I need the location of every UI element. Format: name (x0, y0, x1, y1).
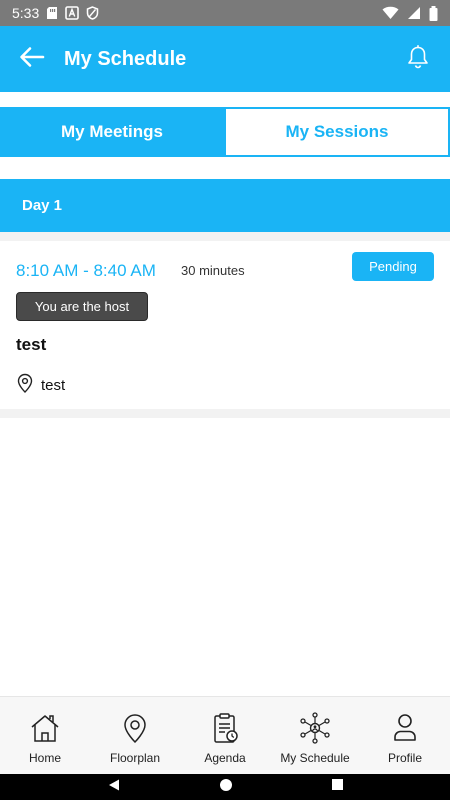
system-home-icon[interactable] (219, 778, 233, 797)
nav-home[interactable]: Home (0, 697, 90, 774)
signal-icon (407, 6, 421, 20)
nav-my-schedule[interactable]: My Schedule (270, 697, 360, 774)
nav-label-agenda: Agenda (204, 751, 246, 765)
nav-label-profile: Profile (387, 751, 422, 765)
sd-card-icon (46, 6, 58, 20)
nav-label-my-schedule: My Schedule (280, 751, 350, 765)
host-badge: You are the host (16, 292, 148, 321)
day-header: Day 1 (0, 179, 450, 232)
system-nav-bar (0, 774, 450, 800)
session-card[interactable]: 8:10 AM - 8:40 AM 30 minutes Pending You… (0, 241, 450, 409)
status-right (382, 5, 438, 21)
session-time-range: 8:10 AM - 8:40 AM (16, 261, 156, 280)
status-badge[interactable]: Pending (352, 252, 434, 281)
nav-label-floorplan: Floorplan (109, 751, 161, 765)
wifi-icon (382, 6, 399, 20)
a-icon (65, 6, 80, 20)
divider (0, 232, 450, 241)
schedule-tabs: My Meetings My Sessions (0, 107, 450, 157)
system-recents-icon[interactable] (331, 778, 344, 796)
day-label: Day 1 (22, 197, 63, 214)
arrow-left-icon (19, 46, 45, 73)
user-icon (388, 711, 422, 745)
clipboard-clock-icon (208, 711, 242, 745)
app-bar: My Schedule (0, 26, 450, 92)
tab-my-meetings[interactable]: My Meetings (0, 107, 224, 157)
bell-icon (406, 44, 430, 75)
status-bar: 5:33 (0, 0, 450, 26)
status-left: 5:33 (12, 5, 99, 21)
back-button[interactable] (0, 26, 64, 92)
notifications-button[interactable] (386, 26, 450, 92)
map-pin-icon (118, 711, 152, 745)
page-title: My Schedule (64, 47, 187, 70)
session-title: test (16, 335, 47, 354)
tab-my-sessions[interactable]: My Sessions (224, 107, 450, 157)
nav-floorplan[interactable]: Floorplan (90, 697, 180, 774)
nav-profile[interactable]: Profile (360, 697, 450, 774)
battery-icon (429, 5, 438, 21)
session-duration: 30 minutes (181, 263, 245, 278)
home-icon (28, 711, 62, 745)
session-location: test (16, 373, 65, 397)
nav-label-home: Home (28, 751, 61, 765)
map-pin-icon (16, 373, 34, 397)
shield-icon (86, 6, 99, 20)
location-text: test (41, 376, 66, 394)
status-time: 5:33 (12, 5, 40, 21)
network-person-icon (298, 711, 332, 745)
divider (0, 409, 450, 418)
nav-agenda[interactable]: Agenda (180, 697, 270, 774)
bottom-nav: Home Floorplan Agenda My Schedule Profil… (0, 696, 450, 774)
system-back-icon[interactable] (107, 778, 121, 797)
